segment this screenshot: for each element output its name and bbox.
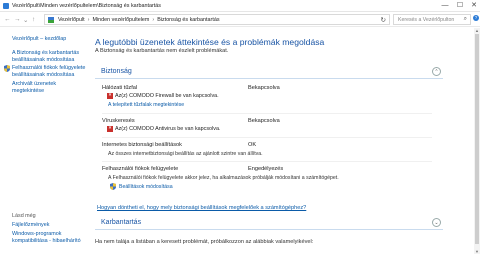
maintenance-note: Ha nem talája a listában a keresett prob… bbox=[95, 239, 314, 245]
recent-locations-icon[interactable]: ⌄ bbox=[23, 16, 28, 24]
internet-settings-label: Internetes biztonsági beállítások bbox=[102, 142, 182, 148]
virus-protection-detail: Az(z) COMODO Antivirus be van kapcsolva. bbox=[115, 126, 221, 132]
scroll-up-icon[interactable]: ▲ bbox=[474, 28, 480, 33]
section-divider bbox=[95, 229, 443, 230]
scrollbar-thumb[interactable] bbox=[475, 34, 479, 244]
chevron-down-icon[interactable]: ⌄ bbox=[432, 218, 441, 227]
installed-firewalls-link[interactable]: A telepített tűzfalak megtekintése bbox=[108, 102, 184, 108]
sidebar-item-change-settings[interactable]: A Biztonság és karbantartás beállításain… bbox=[12, 50, 84, 63]
uac-detail: A Felhasználói fiókok felügyelete akkor … bbox=[108, 175, 339, 181]
row-divider bbox=[102, 161, 432, 162]
breadcrumb: Vezérlőpult › Minden vezérlőpultelem › Bizto… bbox=[58, 17, 220, 23]
firewall-detail: Az(z) COMODO Firewall be van kapcsolva. bbox=[115, 93, 219, 99]
uac-label: Felhasználói fiókok felügyelete bbox=[102, 166, 179, 172]
firewall-status: Bekapcsolva bbox=[248, 85, 280, 91]
back-arrow-icon[interactable]: ← bbox=[4, 16, 11, 23]
firewall-label: Hálózati tűzfal bbox=[102, 85, 138, 91]
control-panel-icon bbox=[3, 3, 9, 9]
uac-shield-icon bbox=[110, 183, 116, 190]
chevron-up-icon[interactable]: ⌃ bbox=[432, 67, 441, 76]
up-arrow-icon[interactable]: ↑ bbox=[32, 16, 35, 23]
window-title: Vezérlőpult\Minden vezérlőpultelem\Bizto… bbox=[12, 3, 161, 9]
sidebar-item-file-history[interactable]: Fájlelőzmények bbox=[12, 222, 49, 229]
forward-arrow-icon[interactable]: → bbox=[14, 16, 21, 23]
row-divider bbox=[102, 137, 432, 138]
search-placeholder: Keresés a Vezérlőpulton bbox=[398, 17, 455, 23]
help-icon[interactable]: ? bbox=[473, 15, 479, 21]
refresh-icon[interactable]: ↻ bbox=[381, 16, 386, 24]
maximize-button[interactable]: ☐ bbox=[455, 2, 465, 10]
error-x-icon: × bbox=[107, 126, 113, 132]
breadcrumb-item[interactable]: Minden vezérlőpultelem bbox=[92, 17, 149, 23]
address-bar[interactable]: Vezérlőpult › Minden vezérlőpultelem › Bizto… bbox=[44, 14, 390, 25]
title-bar: Vezérlőpult\Minden vezérlőpultelem\Bizto… bbox=[0, 0, 480, 12]
search-icon[interactable]: ⌕ bbox=[464, 16, 467, 23]
vertical-scrollbar[interactable]: ▲ ▼ bbox=[474, 28, 480, 254]
minimize-button[interactable]: — bbox=[440, 2, 450, 10]
flag-icon bbox=[48, 17, 54, 23]
section-divider bbox=[95, 78, 443, 79]
breadcrumb-item[interactable]: Vezérlőpult bbox=[58, 17, 85, 23]
error-x-icon: × bbox=[107, 93, 113, 99]
sidebar-item-archived-messages[interactable]: Archivált üzenetek megtekintése bbox=[12, 81, 84, 94]
virus-protection-status: Bekapcsolva bbox=[248, 118, 280, 124]
uac-shield-icon bbox=[4, 65, 10, 72]
uac-status: Engedélyezés bbox=[248, 166, 284, 172]
internet-settings-detail: Az összes internetbiztonsági beállítás a… bbox=[108, 151, 263, 157]
sidebar-home-link[interactable]: Vezérlőpult – kezdőlap bbox=[12, 36, 66, 43]
security-section-header[interactable]: Biztonság ⌃ bbox=[95, 66, 443, 79]
page-title: A legutóbbi üzenetek áttekintése és a pr… bbox=[95, 37, 325, 47]
maintenance-section-title: Karbantartás bbox=[101, 219, 142, 226]
maintenance-section-header[interactable]: Karbantartás ⌄ bbox=[95, 217, 443, 230]
security-section-title: Biztonság bbox=[101, 68, 132, 75]
address-toolbar: ← → ⌄ ↑ Vezérlőpult › Minden vezérlőpultel… bbox=[0, 12, 480, 27]
security-settings-help-link[interactable]: Hogyan döntheti el, hogy mely biztonsági… bbox=[97, 205, 306, 211]
see-also-heading: Lásd még bbox=[12, 213, 36, 219]
internet-settings-status: OK bbox=[248, 142, 257, 148]
sidebar-item-compatibility-troubleshooter[interactable]: Windows-programok kompatibilitása - hiba… bbox=[12, 231, 86, 244]
search-input[interactable]: Keresés a Vezérlőpulton ⌕ bbox=[393, 14, 471, 25]
main-content: A legutóbbi üzenetek áttekintése és a pr… bbox=[88, 28, 480, 254]
close-button[interactable]: ✕ bbox=[469, 2, 479, 10]
row-divider bbox=[102, 113, 432, 114]
scroll-down-icon[interactable]: ▼ bbox=[474, 249, 480, 254]
breadcrumb-item[interactable]: Biztonság és karbantartás bbox=[157, 17, 219, 23]
virus-protection-label: Víruskeresés bbox=[102, 118, 135, 124]
page-subtitle: A Biztonság és karbantartás nem észlelt … bbox=[95, 48, 229, 54]
sidebar-item-uac-settings[interactable]: Felhasználói fiókok felügyelete beállítá… bbox=[12, 65, 88, 78]
uac-change-settings-link[interactable]: Beállítások módosítása bbox=[119, 184, 173, 190]
sidebar: Vezérlőpult – kezdőlap A Biztonság és ka… bbox=[0, 28, 88, 254]
